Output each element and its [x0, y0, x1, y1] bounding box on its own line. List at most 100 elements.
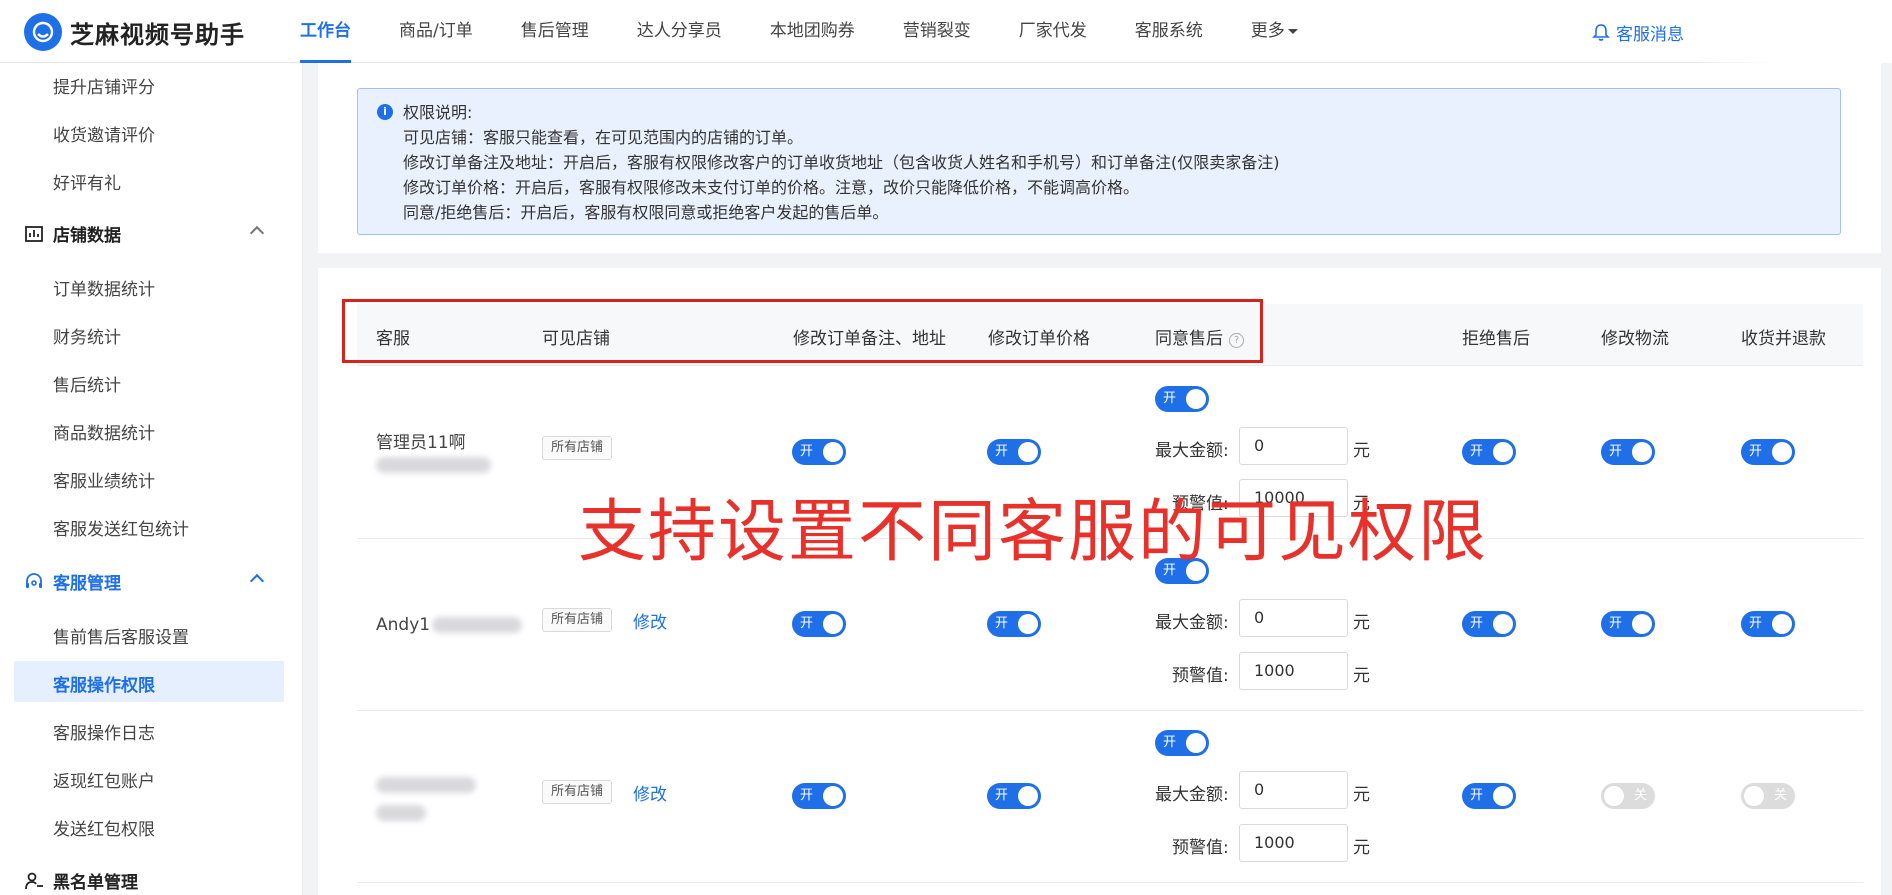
toggle-receive-refund[interactable]: 关 — [1741, 783, 1795, 809]
nav-item-marketing[interactable]: 营销裂变 — [903, 0, 971, 63]
max-amount-label: 最大金额: — [1155, 613, 1229, 633]
toggle-reject-aftersale[interactable]: 开 — [1462, 783, 1516, 809]
app-title: 芝麻视频号助手 — [70, 20, 245, 49]
nav-item-customer-service[interactable]: 客服系统 — [1135, 0, 1203, 63]
toggle-reject-aftersale[interactable]: 开 — [1462, 439, 1516, 465]
agent-id-blurred — [376, 803, 426, 823]
toggle-edit-remark[interactable]: 开 — [792, 439, 846, 465]
unit-yuan: 元 — [1353, 838, 1370, 858]
nav-item-dropship[interactable]: 厂家代发 — [1019, 0, 1087, 63]
sidebar-item-redpacket-permission[interactable]: 发送红包权限 — [53, 815, 155, 840]
sidebar-item-goods-stats[interactable]: 商品数据统计 — [53, 419, 155, 444]
warn-value-input[interactable]: 1000 — [1239, 652, 1348, 690]
sidebar-group-cs-label: 客服管理 — [53, 574, 121, 594]
info-icon: i — [377, 104, 393, 120]
warn-value-label: 预警值: — [1172, 666, 1229, 686]
toggle-edit-remark[interactable]: 开 — [792, 611, 846, 637]
toggle-receive-refund[interactable]: 开 — [1741, 611, 1795, 637]
row-divider — [357, 710, 1863, 711]
sidebar-item-finance-stats[interactable]: 财务统计 — [53, 323, 121, 348]
nav-item-aftersale[interactable]: 售后管理 — [521, 0, 589, 63]
sidebar-item-order-stats[interactable]: 订单数据统计 — [53, 275, 155, 300]
agent-name-text: Andy1 — [376, 615, 431, 635]
max-amount-input[interactable]: 0 — [1239, 427, 1348, 465]
unit-yuan: 元 — [1353, 613, 1370, 633]
toggle-receive-refund[interactable]: 开 — [1741, 439, 1795, 465]
user-block-icon — [25, 872, 43, 889]
sidebar-item-aftersale-stats[interactable]: 售后统计 — [53, 371, 121, 396]
notice-line-shop: 可见店铺：客服只能查看，在可见范围内的店铺的订单。 — [403, 128, 804, 147]
sidebar-group-cs-management[interactable]: 客服管理 — [24, 569, 294, 594]
nav-item-local-coupons[interactable]: 本地团购券 — [770, 0, 855, 63]
sidebar-item-review-invite[interactable]: 收货邀请评价 — [53, 121, 155, 146]
sidebar-group-store-label: 店铺数据 — [53, 226, 121, 246]
chart-icon — [25, 225, 43, 242]
sidebar-item-review-gift[interactable]: 好评有礼 — [53, 169, 121, 194]
nav-item-more[interactable]: 更多 — [1251, 0, 1298, 63]
unit-yuan: 元 — [1353, 441, 1370, 461]
warn-value-label: 预警值: — [1172, 838, 1229, 858]
max-amount-label: 最大金额: — [1155, 441, 1229, 461]
toggle-edit-logistics[interactable]: 开 — [1601, 439, 1655, 465]
cs-message-label: 客服消息 — [1616, 25, 1684, 45]
notice-title: 权限说明: — [403, 103, 473, 122]
cs-message-link[interactable]: 客服消息 — [1592, 20, 1684, 45]
sidebar-item-cashback-account[interactable]: 返现红包账户 — [53, 767, 155, 792]
edit-shop-link[interactable]: 修改 — [633, 608, 667, 633]
sidebar-item-cs-performance[interactable]: 客服业绩统计 — [53, 467, 155, 492]
annotation-caption: 支持设置不同客服的可见权限 — [578, 493, 1489, 572]
visible-shop-tag: 所有店铺 — [542, 780, 613, 804]
unit-yuan: 元 — [1353, 666, 1370, 686]
unit-yuan: 元 — [1353, 785, 1370, 805]
chevron-up-icon — [249, 573, 265, 589]
edit-shop-link[interactable]: 修改 — [633, 780, 667, 805]
nav-item-promoters[interactable]: 达人分享员 — [637, 0, 722, 63]
nav-more-label: 更多 — [1250, 21, 1285, 41]
row-divider — [357, 882, 1863, 883]
sidebar-group-blacklist[interactable]: 黑名单管理 — [24, 868, 294, 893]
agent-name-blurred — [376, 775, 476, 795]
sidebar-group-store-data[interactable]: 店铺数据 — [24, 221, 294, 246]
toggle-agree-aftersale[interactable]: 开 — [1155, 730, 1209, 756]
nav-item-workbench[interactable]: 工作台 — [300, 0, 351, 63]
toggle-reject-aftersale[interactable]: 开 — [1462, 611, 1516, 637]
logo-icon — [24, 13, 62, 51]
agent-name: Andy1 — [376, 615, 523, 635]
sidebar-item-cs-permissions[interactable]: 客服操作权限 — [53, 671, 155, 696]
annotation-highlight-box — [342, 299, 1263, 363]
max-amount-input[interactable]: 0 — [1239, 771, 1348, 809]
max-amount-input[interactable]: 0 — [1239, 599, 1348, 637]
toggle-agree-aftersale[interactable]: 开 — [1155, 386, 1209, 412]
sidebar-group-blacklist-label: 黑名单管理 — [53, 873, 138, 893]
warn-value-input[interactable]: 1000 — [1239, 824, 1348, 862]
toggle-edit-price[interactable]: 开 — [987, 611, 1041, 637]
sidebar-item-shop-score[interactable]: 提升店铺评分 — [53, 73, 155, 98]
visible-shop-tag: 所有店铺 — [542, 436, 613, 460]
notice-line-aftersale: 同意/拒绝售后：开启后，客服有权限同意或拒绝客户发起的售后单。 — [403, 203, 889, 222]
toggle-edit-remark[interactable]: 开 — [792, 783, 846, 809]
toggle-edit-logistics[interactable]: 开 — [1601, 611, 1655, 637]
notice-line-remark: 修改订单备注及地址：开启后，客服有权限修改客户的订单收货地址（包含收货人姓名和手… — [403, 153, 1280, 172]
agent-id-blurred — [376, 455, 491, 475]
main-nav: 工作台 商品/订单 售后管理 达人分享员 本地团购券 营销裂变 厂家代发 客服系… — [300, 0, 1346, 63]
sidebar-item-cs-logs[interactable]: 客服操作日志 — [53, 719, 155, 744]
col-header-edit-logistics: 修改物流 — [1601, 329, 1669, 349]
toggle-edit-price[interactable]: 开 — [987, 439, 1041, 465]
visible-shop-tag: 所有店铺 — [542, 608, 613, 632]
toggle-edit-logistics[interactable]: 关 — [1601, 783, 1655, 809]
top-header: 芝麻视频号助手 工作台 商品/订单 售后管理 达人分享员 本地团购券 营销裂变 … — [0, 0, 1892, 63]
nav-item-goods-orders[interactable]: 商品/订单 — [399, 0, 473, 63]
notice-line-price: 修改订单价格：开启后，客服有权限修改未支付订单的价格。注意，改价只能降低价格，不… — [403, 178, 1140, 197]
col-header-receive-refund: 收货并退款 — [1741, 329, 1826, 349]
bell-icon — [1592, 24, 1610, 41]
app-logo[interactable]: 芝麻视频号助手 — [24, 13, 245, 51]
sidebar-item-cs-settings[interactable]: 售前售后客服设置 — [53, 623, 189, 648]
sidebar-item-cs-redpacket-stats[interactable]: 客服发送红包统计 — [53, 515, 189, 540]
caret-down-icon — [1287, 28, 1298, 34]
max-amount-label: 最大金额: — [1155, 785, 1229, 805]
permission-notice: i 权限说明: 可见店铺：客服只能查看，在可见范围内的店铺的订单。 修改订单备注… — [357, 88, 1841, 235]
toggle-edit-price[interactable]: 开 — [987, 783, 1041, 809]
header-fade — [1700, 0, 1892, 63]
chevron-up-icon — [249, 225, 265, 241]
headset-icon — [26, 572, 42, 588]
